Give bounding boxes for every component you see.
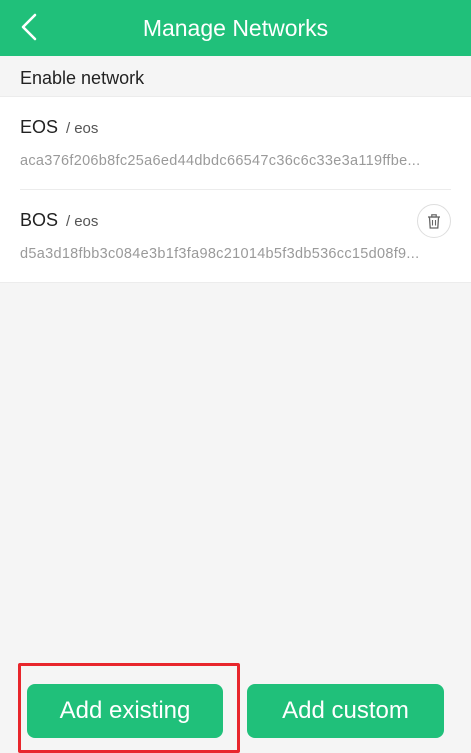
network-protocol: eos	[74, 120, 99, 137]
add-existing-button[interactable]: Add existing	[27, 684, 223, 738]
page-title: Manage Networks	[142, 15, 329, 41]
network-chain-id: d5a3d18fbb3c084e3b1f3fa98c21014b5f3db536…	[20, 246, 420, 262]
network-separator: /	[66, 120, 71, 137]
network-protocol: eos	[74, 213, 99, 230]
network-title: BOS / eos	[20, 210, 98, 231]
network-chain-id: aca376f206b8fc25a6ed44dbdc66547c36c6c33e…	[20, 153, 421, 169]
network-title: EOS / eos	[20, 117, 98, 138]
delete-network-button[interactable]	[417, 204, 451, 238]
network-name: EOS	[20, 117, 59, 137]
network-item-bos[interactable]: BOS / eos d5a3d18fbb3c084e3b1f3fa98c2101…	[20, 190, 451, 282]
network-list: EOS / eos aca376f206b8fc25a6ed44dbdc6654…	[0, 96, 471, 283]
network-separator: /	[66, 213, 71, 230]
add-custom-button[interactable]: Add custom	[247, 684, 444, 738]
network-name: BOS	[20, 210, 59, 230]
trash-icon	[428, 213, 440, 229]
network-item-eos[interactable]: EOS / eos aca376f206b8fc25a6ed44dbdc6654…	[20, 97, 451, 190]
section-label: Enable network	[20, 68, 145, 88]
app-header: Manage Networks	[0, 0, 471, 56]
